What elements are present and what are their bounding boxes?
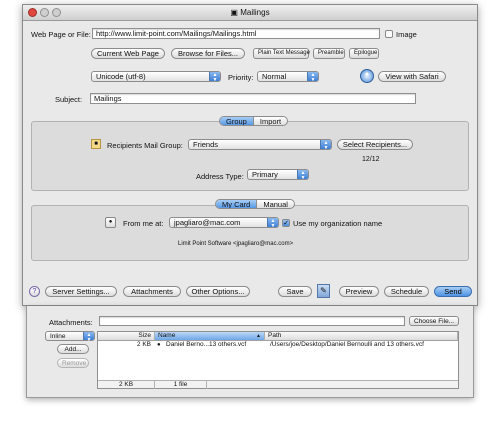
image-checkbox[interactable] xyxy=(385,30,393,38)
help-icon[interactable]: ? xyxy=(29,286,40,297)
priority-popup[interactable]: Normal ▲ ▼ xyxy=(257,71,319,83)
subject-field[interactable]: Mailings xyxy=(90,93,416,104)
recipient-count: 12/12 xyxy=(362,156,380,163)
epilogue-button[interactable]: Epilogue xyxy=(349,48,379,59)
table-row[interactable]: 2 KB ● Daniel Berno...13 others.vcf /Use… xyxy=(98,341,458,350)
recipients-label: Recipients Mail Group: xyxy=(107,141,183,150)
mailings-window: ▣ Mailings Web Page or File: http://www.… xyxy=(22,4,478,306)
preamble-button[interactable]: Preamble xyxy=(313,48,345,59)
window-title: ▣ Mailings xyxy=(230,8,270,17)
row-size: 2 KB xyxy=(136,341,151,348)
view-with-safari-button[interactable]: View with Safari xyxy=(378,71,446,82)
popup-arrows-icon: ▲ ▼ xyxy=(297,170,308,181)
group-import-tabs: Group Import xyxy=(219,116,289,126)
from-address-popup[interactable]: jpagliaro@mac.com ▲ ▼ xyxy=(169,217,279,229)
priority-label: Priority: xyxy=(228,73,254,82)
safari-compass-icon: ✦ xyxy=(360,69,374,83)
print-preview-icon[interactable]: ✎ xyxy=(317,284,330,298)
tab-my-card[interactable]: My Card xyxy=(216,200,257,208)
document-icon: ▣ xyxy=(230,8,238,17)
subject-label: Subject: xyxy=(55,95,83,104)
plain-text-message-button[interactable]: Plain Text Message xyxy=(253,48,310,59)
tab-import[interactable]: Import xyxy=(252,117,287,125)
save-button[interactable]: Save xyxy=(278,286,312,297)
tab-group[interactable]: Group xyxy=(220,117,253,125)
title-bar: ▣ Mailings xyxy=(23,5,477,21)
disposition-popup[interactable]: Inline ▲ ▼ xyxy=(45,331,95,343)
use-organization-checkbox[interactable]: ✓ xyxy=(282,219,290,227)
footer-file-count: 1 file xyxy=(155,381,207,389)
column-header-size[interactable]: Size xyxy=(98,332,155,341)
address-type-label: Address Type: xyxy=(196,172,244,181)
use-organization-label: Use my organization name xyxy=(293,219,383,228)
attachments-field[interactable] xyxy=(99,316,405,326)
popup-arrows-icon: ▲ ▼ xyxy=(209,72,220,83)
address-book-icon: ■ xyxy=(91,139,101,149)
server-settings-button[interactable]: Server Settings... xyxy=(45,286,117,297)
popup-arrows-icon: ▲ ▼ xyxy=(320,140,331,151)
table-footer: 2 KB 1 file xyxy=(98,380,458,389)
recipients-group-popup[interactable]: Friends ▲ ▼ xyxy=(188,139,332,151)
browse-files-button[interactable]: Browse for Files... xyxy=(171,48,245,59)
image-checkbox-label: Image xyxy=(396,30,417,39)
column-header-name[interactable]: Name ▲ xyxy=(155,332,265,341)
row-path: /Users/joe/Desktop/Daniel Bernoulli and … xyxy=(270,341,424,348)
attachments-label: Attachments: xyxy=(49,318,93,327)
attachments-button[interactable]: Attachments xyxy=(123,286,181,297)
tab-manual[interactable]: Manual xyxy=(256,200,294,208)
footer-total-size: 2 KB xyxy=(98,381,155,389)
vcard-file-icon: ● xyxy=(157,342,161,348)
from-label: From me at: xyxy=(123,219,164,228)
remove-attachment-button[interactable]: Remove xyxy=(57,358,89,368)
attachments-drawer: Attachments: Choose File... Inline ▲ ▼ Ad… xyxy=(26,306,474,398)
preview-button[interactable]: Preview xyxy=(339,286,379,297)
schedule-button[interactable]: Schedule xyxy=(384,286,429,297)
column-header-path[interactable]: Path xyxy=(265,332,458,341)
current-web-page-button[interactable]: Current Web Page xyxy=(91,48,165,59)
sender-group-box xyxy=(31,205,469,261)
webpage-field[interactable]: http://www.limit-point.com/Mailings/Mail… xyxy=(92,28,380,39)
address-type-popup[interactable]: Primary ▲ ▼ xyxy=(247,169,309,181)
attachments-table: Size Name ▲ Path 2 KB ● Daniel Berno...1… xyxy=(97,331,459,389)
mycard-manual-tabs: My Card Manual xyxy=(215,199,295,209)
webpage-label: Web Page or File: xyxy=(31,30,91,39)
card-picker-icon[interactable]: ● xyxy=(105,217,116,228)
choose-file-button[interactable]: Choose File... xyxy=(409,316,459,326)
encoding-popup[interactable]: Unicode (utf-8) ▲ ▼ xyxy=(91,71,221,83)
recipients-group-box xyxy=(31,121,469,191)
popup-arrows-icon: ▲ ▼ xyxy=(83,332,94,343)
popup-arrows-icon: ▲ ▼ xyxy=(267,218,278,229)
send-button[interactable]: Send xyxy=(434,286,472,297)
add-attachment-button[interactable]: Add... xyxy=(57,344,89,354)
sender-signature: Limit Point Software <jpagliaro@mac.com> xyxy=(178,241,294,247)
other-options-button[interactable]: Other Options... xyxy=(186,286,250,297)
select-recipients-button[interactable]: Select Recipients... xyxy=(337,139,413,150)
popup-arrows-icon: ▲ ▼ xyxy=(307,72,318,83)
row-name: Daniel Berno...13 others.vcf xyxy=(166,341,247,348)
sort-ascending-icon: ▲ xyxy=(256,333,261,339)
